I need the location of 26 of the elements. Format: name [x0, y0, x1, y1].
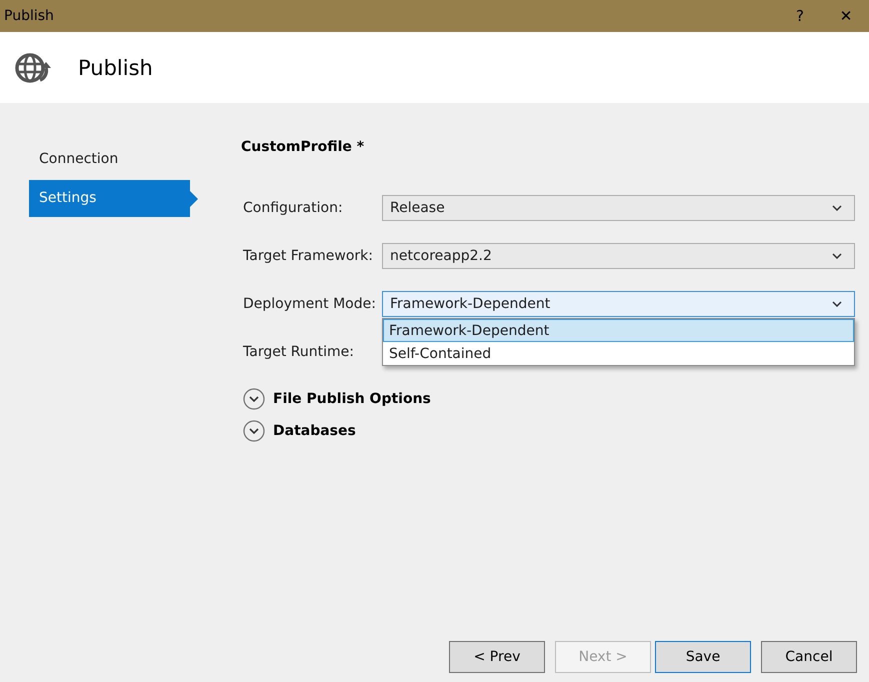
expand-icon[interactable]	[243, 420, 265, 442]
section-title[interactable]: File Publish Options	[273, 391, 431, 407]
close-button[interactable]: ✕	[823, 7, 869, 25]
dropdown[interactable]: netcoreapp2.2	[382, 243, 855, 269]
section-title[interactable]: Databases	[273, 423, 356, 439]
wizard-button[interactable]: Cancel	[761, 641, 857, 673]
field-label: Deployment Mode:	[243, 296, 377, 312]
header-title: Publish	[78, 56, 153, 80]
chevron-icon	[832, 301, 842, 307]
chevron-icon	[832, 253, 842, 259]
expand-icon[interactable]	[243, 388, 265, 410]
help-button[interactable]: ?	[777, 7, 823, 25]
window-title: Publish	[4, 8, 55, 24]
dropdown[interactable]: Release	[382, 195, 855, 221]
sidebar-item[interactable]: Connection	[29, 141, 198, 178]
wizard-button[interactable]: < Prev	[449, 641, 545, 673]
field-label: Configuration:	[243, 200, 344, 216]
field-label: Target Framework:	[243, 248, 374, 264]
sidebar-item[interactable]: Settings	[29, 180, 198, 217]
chevron-icon	[832, 205, 842, 211]
wizard-button[interactable]: Save	[655, 641, 751, 673]
dropdown-option[interactable]: Framework-Dependent	[383, 319, 854, 342]
dropdown[interactable]: Framework-Dependent	[382, 291, 855, 317]
field-label: Target Runtime:	[243, 344, 355, 360]
dropdown-option[interactable]: Self-Contained	[383, 342, 854, 365]
profile-title: CustomProfile *	[241, 139, 366, 157]
